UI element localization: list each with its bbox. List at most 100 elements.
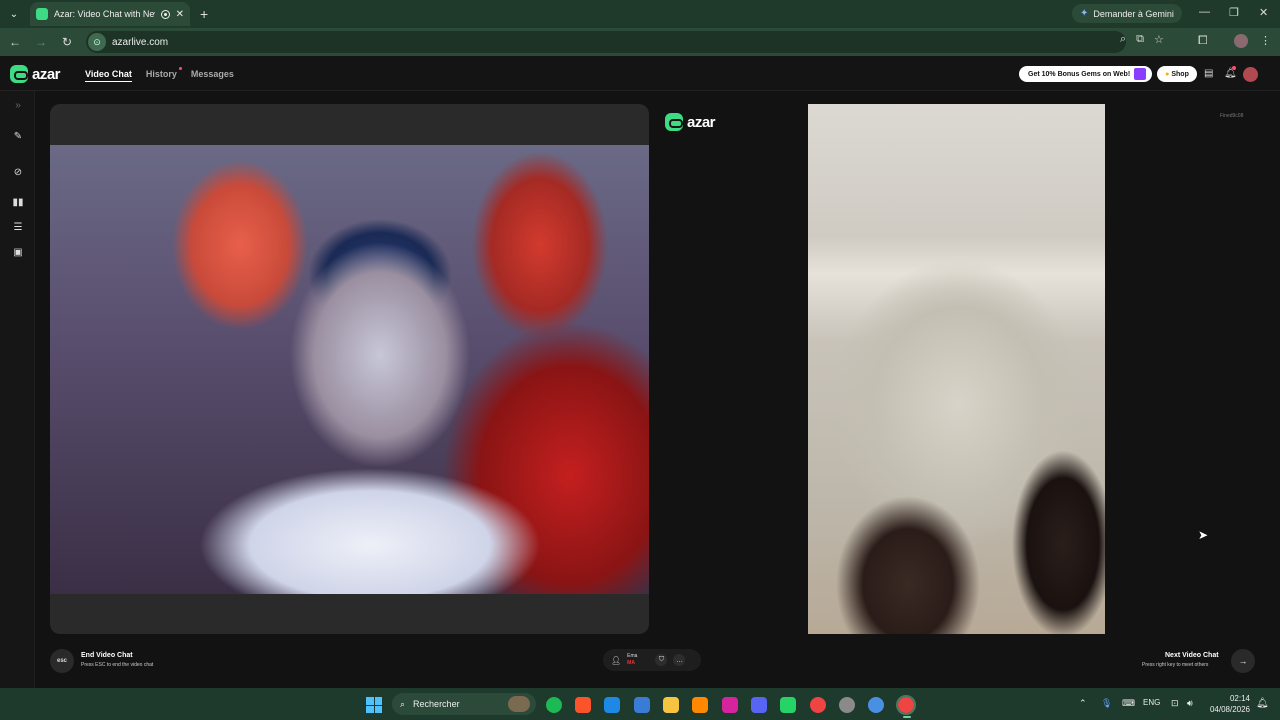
reload-icon[interactable]: ↻ xyxy=(56,35,78,49)
app-header: azar Video Chat History Messages Get 10%… xyxy=(0,56,1280,91)
bonus-gems-button[interactable]: Get 10% Bonus Gems on Web! xyxy=(1019,66,1152,82)
search-placeholder: Rechercher xyxy=(413,699,460,709)
new-tab-button[interactable]: + xyxy=(200,6,208,22)
extensions-icon[interactable]: ⧠ xyxy=(1198,33,1208,48)
main-nav: Video Chat History Messages xyxy=(85,67,234,82)
window-close-icon[interactable]: ✕ xyxy=(1259,6,1268,19)
left-rail: » ✎ ⊘ ▮▮ ☰ ▣ xyxy=(0,91,35,688)
self-camera-video xyxy=(50,145,649,594)
discord-icon[interactable] xyxy=(751,697,767,713)
volume-icon[interactable]: 🔊︎ xyxy=(1187,698,1193,709)
bonus-gems-label: Get 10% Bonus Gems on Web! xyxy=(1028,70,1131,78)
forward-icon[interactable]: → xyxy=(30,35,52,49)
tray-chevron-icon[interactable]: ⌃ xyxy=(1079,698,1087,709)
self-camera-frame xyxy=(50,104,649,634)
chat-bubble-icon[interactable]: … xyxy=(673,654,686,666)
start-icon[interactable] xyxy=(366,697,382,713)
store-icon[interactable] xyxy=(634,697,650,713)
keyboard-icon[interactable]: ⌨ xyxy=(1122,698,1135,709)
user-icon: 👤︎ xyxy=(611,655,622,665)
chrome-icon[interactable] xyxy=(810,697,826,713)
active-app-indicator xyxy=(903,716,911,718)
network-icon[interactable]: ⊡ xyxy=(1171,698,1179,709)
chrome-active-icon[interactable] xyxy=(896,695,916,715)
nav-history-label: History xyxy=(145,69,177,79)
gemini-label: Demander à Gemini xyxy=(1093,8,1174,19)
brave-icon[interactable] xyxy=(575,697,591,713)
next-chat-title: Next Video Chat xyxy=(1165,652,1219,659)
defender-icon[interactable] xyxy=(604,697,620,713)
vlc-icon[interactable] xyxy=(692,697,708,713)
expand-icon[interactable]: » xyxy=(11,100,25,114)
magic-wand-icon[interactable]: ✎ xyxy=(11,131,25,145)
spotify-icon[interactable] xyxy=(546,697,562,713)
shop-label: Shop xyxy=(1171,70,1189,78)
minimize-icon[interactable]: — xyxy=(1199,6,1210,18)
browser-tab[interactable]: Azar: Video Chat with New ✕ xyxy=(30,2,190,26)
azar-logo-icon xyxy=(665,113,683,131)
azar-logo[interactable]: azar xyxy=(10,65,61,83)
instagram-icon[interactable] xyxy=(722,697,738,713)
watermark-logo-text: azar xyxy=(687,113,716,131)
next-chat-hint: Press right key to meet others xyxy=(1142,662,1209,668)
nav-video-chat[interactable]: Video Chat xyxy=(85,69,132,82)
layout-stacked-icon[interactable]: ☰ xyxy=(11,222,25,236)
clock-date: 04/08/2026 xyxy=(1209,705,1250,714)
partner-info[interactable]: Ema MA xyxy=(627,653,637,667)
clock-time: 02:14 xyxy=(1229,694,1250,703)
partner-camera-video xyxy=(808,104,1105,634)
profile-avatar[interactable] xyxy=(1234,34,1248,48)
next-chat-button[interactable]: → xyxy=(1231,649,1255,673)
tab-search-icon[interactable]: ⌄ xyxy=(4,4,24,24)
chrome-profile-icon[interactable] xyxy=(868,697,884,713)
url-field[interactable]: ⊙ azarlive.com xyxy=(86,31,1126,53)
file-explorer-icon[interactable] xyxy=(663,697,679,713)
inventory-icon[interactable]: ▤ xyxy=(1204,68,1213,79)
end-chat-hint: Press ESC to end the video chat xyxy=(81,662,154,668)
azar-watermark-logo: azar xyxy=(665,113,716,131)
nav-messages[interactable]: Messages xyxy=(191,69,234,82)
gemini-button[interactable]: ✦ Demander à Gemini xyxy=(1072,4,1182,23)
browser-menu-icon[interactable]: ⋮ xyxy=(1260,34,1271,47)
language-indicator[interactable]: ENG xyxy=(1143,698,1160,707)
partner-id: Fined9c08 xyxy=(1220,113,1244,119)
system-clock[interactable]: 02:14 04/08/2026 xyxy=(1206,693,1250,715)
cast-icon[interactable]: ⧉ xyxy=(1136,33,1144,46)
windows-taskbar: ⌕ Rechercher ⌃ 🎙︎ ⌨ ENG ⊡ 🔊︎ 02:14 04/08… xyxy=(0,688,1280,720)
azar-logo-icon xyxy=(10,65,28,83)
nav-history[interactable]: History xyxy=(145,67,182,82)
gift-icon xyxy=(1134,68,1146,80)
partner-controls: 👤︎ Ema MA ⛉ … xyxy=(603,649,701,671)
site-info-icon[interactable]: ⊙ xyxy=(88,33,106,51)
notification-dot xyxy=(1232,66,1236,70)
mouse-cursor-icon: ➤ xyxy=(1198,528,1209,542)
layout-pip-icon[interactable]: ▣ xyxy=(11,247,25,261)
bookmark-star-icon[interactable]: ☆ xyxy=(1154,33,1164,46)
maximize-icon[interactable]: ❐ xyxy=(1229,6,1239,19)
address-bar: ← → ↻ ⊙ azarlive.com xyxy=(0,28,1280,56)
chrome-dev-icon[interactable] xyxy=(839,697,855,713)
partner-country: MA xyxy=(627,660,635,666)
taskbar-search[interactable]: ⌕ Rechercher xyxy=(392,693,536,715)
azar-favicon-icon xyxy=(36,8,48,20)
layout-side-by-side-icon[interactable]: ▮▮ xyxy=(11,197,25,211)
partner-name: Ema xyxy=(627,653,638,659)
tab-close-icon[interactable]: ✕ xyxy=(176,9,184,20)
tab-title: Azar: Video Chat with New xyxy=(54,9,155,19)
gemini-icon: ✦ xyxy=(1080,8,1089,19)
back-icon[interactable]: ← xyxy=(4,35,26,49)
logo-text: azar xyxy=(32,65,61,83)
recording-icon xyxy=(160,9,170,19)
report-shield-icon[interactable]: ⛉ xyxy=(655,654,668,666)
end-chat-title: End Video Chat xyxy=(81,652,133,659)
notification-center-icon[interactable]: 🔔︎ xyxy=(1256,698,1269,709)
whatsapp-icon[interactable] xyxy=(780,697,796,713)
end-chat-button[interactable]: esc xyxy=(50,649,74,673)
filter-icon[interactable]: ⊘ xyxy=(11,167,25,181)
user-avatar[interactable] xyxy=(1243,67,1258,82)
shop-button[interactable]: ● Shop xyxy=(1157,66,1197,82)
search-icon: ⌕ xyxy=(400,698,406,709)
microphone-icon[interactable]: 🎙︎ xyxy=(1101,698,1112,709)
zoom-icon[interactable]: ⌕ xyxy=(1120,33,1126,46)
history-badge-dot xyxy=(178,67,182,70)
